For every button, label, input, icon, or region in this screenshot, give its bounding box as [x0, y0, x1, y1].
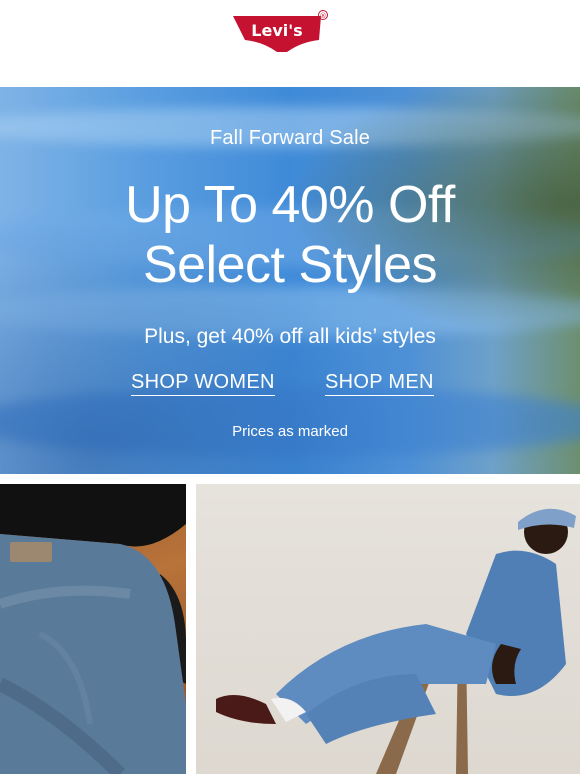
men-denim-photo[interactable]	[196, 484, 580, 774]
logo-wordmark: Levi's	[251, 21, 302, 40]
shop-men-link[interactable]: SHOP MEN	[325, 371, 434, 396]
levis-batwing-logo-icon: Levi's ®	[233, 10, 328, 52]
women-jeans-image-icon	[0, 484, 186, 774]
registered-trademark: ®	[320, 12, 327, 20]
men-denim-image-icon	[216, 508, 576, 774]
women-jeans-photo[interactable]	[0, 484, 186, 774]
email-header: Levi's ®	[0, 0, 580, 87]
sale-name: Fall Forward Sale	[209, 127, 371, 149]
headline-line-1: Up To 40% Off	[125, 176, 455, 234]
levis-logo[interactable]: Levi's ®	[231, 10, 335, 56]
hero-banner[interactable]: Fall Forward Sale Up To 40% Off Select S…	[0, 87, 580, 474]
hero-headline: Up To 40% Off Select Styles	[0, 175, 580, 295]
headline-line-2: Select Styles	[142, 236, 438, 294]
prices-disclaimer: Prices as marked	[232, 423, 348, 440]
kids-offer-text: Plus, get 40% off all kids’ styles	[144, 325, 436, 348]
shop-women-link[interactable]: SHOP WOMEN	[131, 371, 275, 396]
